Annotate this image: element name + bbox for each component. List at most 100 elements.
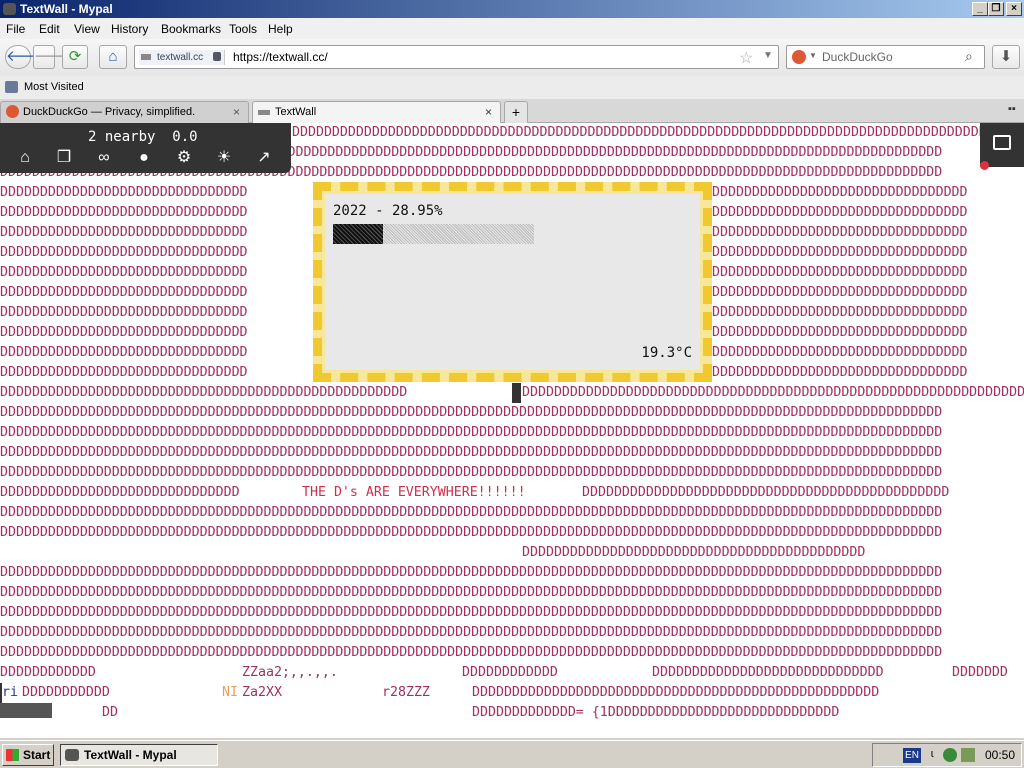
forward-button[interactable]: 🡒 <box>33 45 74 69</box>
url-bar[interactable]: textwall.cc https://textwall.cc/ ☆ ▼ <box>134 45 779 69</box>
tab-duckduckgo[interactable]: DuckDuckGo — Privacy, simplified. × <box>0 101 249 123</box>
menu-help[interactable]: Help <box>268 22 293 36</box>
mypal-icon <box>65 749 79 761</box>
close-button[interactable]: × <box>1006 2 1022 16</box>
settings-icon[interactable]: ⚙ <box>174 149 194 167</box>
menu-history[interactable]: History <box>111 22 148 36</box>
wall-row-right: DDDDDDDDDDDDDDDDDDDDDDDDDDDDDDDD <box>712 265 968 280</box>
new-tab-button[interactable]: + <box>504 101 528 123</box>
chat-button[interactable] <box>980 123 1024 170</box>
menu-edit[interactable]: Edit <box>39 22 60 36</box>
wall-fragment: ZZaa2;,,.,,. <box>242 665 338 680</box>
app-icon <box>3 3 16 15</box>
taskbar-item-mypal[interactable]: TextWall - Mypal <box>60 744 218 766</box>
year-progress-track <box>333 224 534 244</box>
wall-row: DDDDDDDDDDDDDDDDDDDDDDDDDDDDDDDDDDDDDDDD… <box>0 525 943 540</box>
wall-fragment: DD <box>102 705 118 720</box>
duckduckgo-icon[interactable] <box>792 50 806 64</box>
wall-fragment: DDDDDDDDDDDD <box>0 665 96 680</box>
wall-row-left: DDDDDDDDDDDDDDDDDDDDDDDDDDDDDDD <box>0 185 248 200</box>
menu-view[interactable]: View <box>74 22 100 36</box>
search-icon[interactable]: ⌕ <box>965 48 973 65</box>
search-input[interactable]: DuckDuckGo <box>822 50 893 64</box>
taskbar: Start TextWall - Mypal EN ɩ 00:50 <box>0 740 1024 768</box>
wall-fragment: DDDDDDDDDDDDD= {1DDDDDDDDDDDDDDDDDDDDDDD… <box>472 705 840 720</box>
system-tray: EN ɩ 00:50 <box>872 743 1022 767</box>
menu-bar: File Edit View History Bookmarks Tools H… <box>0 18 1024 39</box>
temperature-label: 19.3°C <box>641 345 692 361</box>
home-button[interactable]: ⌂ <box>99 45 127 69</box>
wall-row: DDDDDDDDDDDDDDDDDDDDDDDDDDDDDDDDDDDDDDDD… <box>0 645 943 660</box>
wall-row-right: DDDDDDDDDDDDDDDDDDDDDDDDDDDDDDDD <box>712 285 968 300</box>
back-button[interactable]: 🡐 <box>5 45 46 69</box>
wall-row-left: DDDDDDDDDDDDDDDDDDDDDDDDDDDDDDD <box>0 285 248 300</box>
year-progress-label: 2022 - 28.95% <box>333 203 443 219</box>
language-indicator[interactable]: EN <box>903 748 921 763</box>
copy-icon[interactable]: ❐ <box>54 149 74 167</box>
bookmark-folder-icon <box>5 81 18 93</box>
wall-fragment: Za2XX <box>242 685 282 700</box>
wall-message: THE D's ARE EVERYWHERE!!!!!! <box>302 485 526 500</box>
menu-bookmarks[interactable]: Bookmarks <box>161 22 221 36</box>
wall-row: DDDDDDDDDDDDDDDDDDDDDDDDDDDDDDDDDDDDDDDD… <box>0 465 943 480</box>
expand-icon[interactable]: ↗ <box>254 149 274 167</box>
network-icon[interactable] <box>943 748 957 762</box>
site-favicon <box>141 54 151 60</box>
minimize-button[interactable]: _ <box>972 2 988 16</box>
wall-row: DDDDDDDDDDDDDDDDDDDDDDDDDDDDDDDDDDDDDDDD… <box>0 625 943 640</box>
tab-close-icon[interactable]: × <box>485 102 492 122</box>
wall-row: DDDDDDDDDDDDDDDDDDDDDDDDDDDDDDDDDDDDDDDD… <box>0 565 943 580</box>
bookmarks-toolbar: Most Visited <box>0 76 1024 99</box>
wall-fragment: DDDDDDDDDDDDDDDDDDDDDDDDDDDDDDDDDDDDDDDD… <box>472 685 880 700</box>
home-icon[interactable]: ⌂ <box>15 149 35 167</box>
most-visited-bookmark[interactable]: Most Visited <box>24 81 84 93</box>
wall-row: DDDDDDDDDDDDDDDDDDDDDDDDDDDDDDDDDDDDDDDD… <box>0 585 943 600</box>
brightness-icon[interactable]: ☀ <box>214 149 234 167</box>
wall-row: DDDDDDDDDDDDDDDDDDDDDDDDDDDDDDDDDDDDDDDD… <box>0 605 943 620</box>
wall-row-left: DDDDDDDDDDDDDDDDDDDDDDDDDDDDDDDDDDDDDDDD… <box>0 385 408 400</box>
wall-fragment: DDDDDDDDDDD <box>22 685 110 700</box>
tab-textwall[interactable]: TextWall × <box>252 101 501 123</box>
link-icon[interactable]: ∞ <box>94 149 114 167</box>
volume-icon[interactable] <box>961 748 975 762</box>
wall-row-left: DDDDDDDDDDDDDDDDDDDDDDDDDDDDDD <box>0 485 240 500</box>
wall-fragment: DDDDDDDDDDDDDDDDDDDDDDDDDDDDD <box>652 665 884 680</box>
wall-row-right: DDDDDDDDDDDDDDDDDDDDDDDDDDDDDDDD <box>712 245 968 260</box>
windows-logo-icon <box>6 749 19 761</box>
textwall-favicon <box>258 110 270 115</box>
url-text[interactable]: https://textwall.cc/ <box>233 50 328 64</box>
wall-row-left: DDDDDDDDDDDDDDDDDDDDDDDDDDDDDDD <box>0 225 248 240</box>
wall-row-right: DDDDDDDDDDDDDDDDDDDDDDDDDDDDDDDD <box>712 305 968 320</box>
palette-icon[interactable]: ● <box>134 149 154 167</box>
wall-fragment: DDDDDDD <box>952 665 1008 680</box>
wall-row-left: DDDDDDDDDDDDDDDDDDDDDDDDDDDDDDD <box>0 345 248 360</box>
wall-row: DDDDDDDDDDDDDDDDDDDDDDDDDDDDDDDDDDDDDDDD… <box>0 505 943 520</box>
wall-row: DDDDDDDDDDDDDDDDDDDDDDDDDDDDDDDDDDDDDDDD… <box>0 425 943 440</box>
tray-info-icon[interactable]: ɩ <box>931 748 933 760</box>
wall-fragment: ri <box>2 685 18 700</box>
wall-row-left: DDDDDDDDDDDDDDDDDDDDDDDDDDDDDDD <box>0 205 248 220</box>
navigation-toolbar: 🡐 🡒 ⟳ ⌂ textwall.cc https://textwall.cc/… <box>0 39 1024 76</box>
window-title: TextWall - Mypal <box>20 2 113 16</box>
tab-list-icon[interactable]: ▪▪ <box>1008 103 1016 115</box>
download-button[interactable]: ⬇ <box>992 45 1020 69</box>
tab-strip: DuckDuckGo — Privacy, simplified. × Text… <box>0 99 1024 123</box>
maximize-button[interactable]: ❐ <box>988 2 1004 16</box>
wall-row-right: DDDDDDDDDDDDDDDDDDDDDDDDDDDDDDDDDDDDDDDD… <box>522 385 1024 400</box>
wall-row: DDDDDDDDDDDDDDDDDDDDDDDDDDDDDDDDDDDDDDDD… <box>292 125 1024 140</box>
reload-button[interactable]: ⟳ <box>62 45 88 69</box>
wall-row-right: DDDDDDDDDDDDDDDDDDDDDDDDDDDDDDDD <box>712 205 968 220</box>
wall-row-right: DDDDDDDDDDDDDDDDDDDDDDDDDDDDDDDD <box>712 365 968 380</box>
search-bar[interactable]: ▼ DuckDuckGo ⌕ <box>786 45 985 69</box>
wall-row-right: DDDDDDDDDDDDDDDDDDDDDDDDDDDDDDDD <box>712 225 968 240</box>
menu-file[interactable]: File <box>6 22 25 36</box>
bookmark-star-icon[interactable]: ☆ <box>739 48 753 68</box>
wall-row-left: DDDDDDDDDDDDDDDDDDDDDDDDDDDDDDD <box>0 365 248 380</box>
url-dropdown-icon[interactable]: ▼ <box>763 50 773 61</box>
wall-row: DDDDDDDDDDDDDDDDDDDDDDDDDDDDDDDDDDDDDDDD… <box>0 405 943 420</box>
wall-row-right: DDDDDDDDDDDDDDDDDDDDDDDDDDDDDDDD <box>712 185 968 200</box>
tab-close-icon[interactable]: × <box>233 102 240 122</box>
engine-dropdown-icon[interactable]: ▼ <box>809 51 817 60</box>
menu-tools[interactable]: Tools <box>229 22 257 36</box>
start-button[interactable]: Start <box>2 744 54 766</box>
